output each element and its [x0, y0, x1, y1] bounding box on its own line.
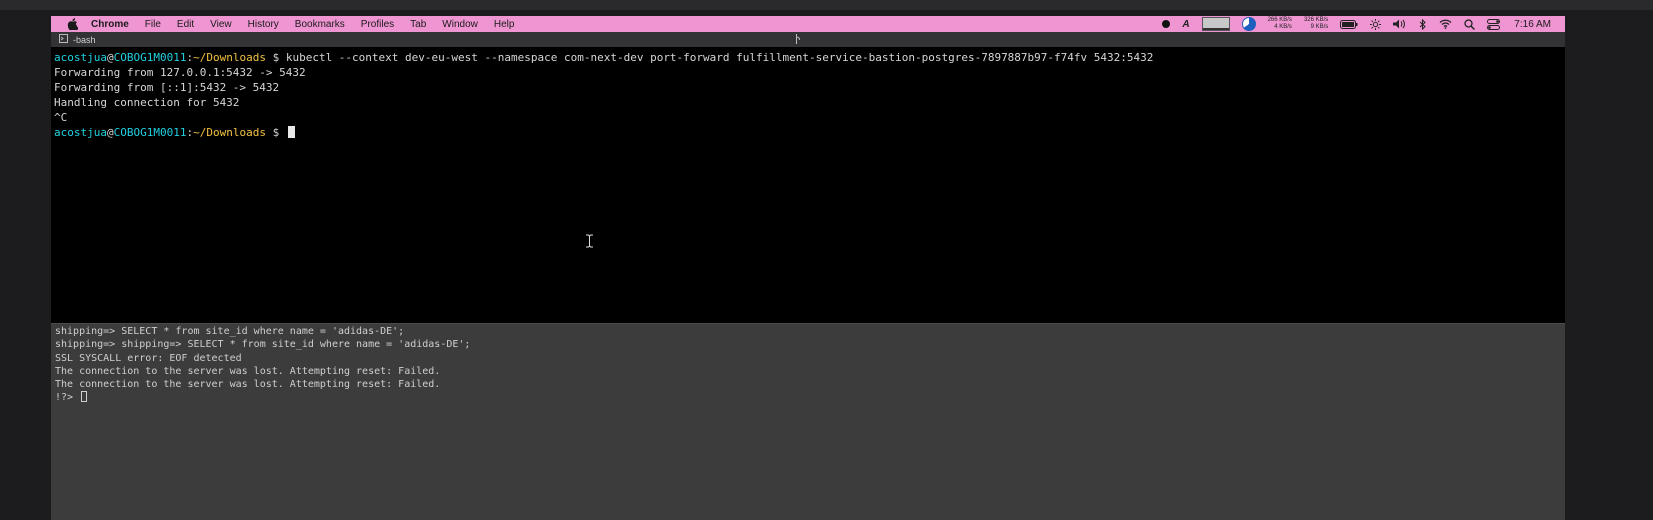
- network-stats-icon[interactable]: 266 KB/s 4 KB/s: [1268, 17, 1292, 31]
- psql-line: SSL SYSCALL error: EOF detected: [55, 352, 242, 364]
- terminal-pane-bottom[interactable]: shipping=> SELECT * from site_id where n…: [51, 324, 1565, 520]
- top-strip: [0, 0, 1653, 10]
- menu-tab[interactable]: Tab: [410, 19, 426, 30]
- output-line: Handling connection for 5432: [54, 96, 240, 109]
- tab-second[interactable]: [779, 33, 805, 46]
- terminal-pane-top[interactable]: acostjua@COBOG1M0011:~/Downloads $ kubec…: [51, 47, 1565, 323]
- prompt-host: COBOG1M0011: [113, 51, 187, 64]
- record-dot-icon[interactable]: [1162, 20, 1171, 28]
- status-area: A 266 KB/s 4 KB/s 326 KB/s 9 KB/s 7:16 A…: [1162, 17, 1565, 31]
- menu-file[interactable]: File: [145, 19, 161, 30]
- menu-help[interactable]: Help: [494, 19, 515, 30]
- branch-icon: [795, 33, 801, 46]
- text-cursor: [287, 126, 295, 138]
- input-source-icon[interactable]: A: [1182, 19, 1189, 30]
- menu-view[interactable]: View: [210, 19, 232, 30]
- brightness-icon[interactable]: [1370, 18, 1382, 30]
- net-down-text: 4 KB/s: [1274, 24, 1292, 30]
- psql-line: shipping=> shipping=> SELECT * from site…: [55, 339, 471, 351]
- tab-icon: [59, 34, 68, 45]
- inactive-cursor: [81, 391, 88, 403]
- command-text: kubectl --context dev-eu-west --namespac…: [285, 51, 1154, 64]
- psql-line: shipping=> SELECT * from site_id where n…: [55, 326, 405, 337]
- output-line: ^C: [54, 111, 68, 124]
- bluetooth-icon[interactable]: [1419, 18, 1427, 30]
- prompt-at: @: [106, 51, 114, 64]
- prompt-symbol: $: [265, 126, 286, 139]
- net-up-text-2: 326 KB/s: [1303, 17, 1329, 23]
- apple-icon[interactable]: [67, 18, 81, 30]
- prompt-user: acostjua: [54, 126, 107, 139]
- psql-line: The connection to the server was lost. A…: [55, 365, 441, 377]
- prompt-path: ~/Downloads: [193, 51, 266, 64]
- screen: Chrome File Edit View History Bookmarks …: [51, 16, 1565, 520]
- battery-icon[interactable]: [1340, 19, 1358, 29]
- psql-line: The connection to the server was lost. A…: [55, 379, 441, 391]
- tab-label: -bash: [73, 34, 96, 45]
- control-center-icon[interactable]: [1487, 18, 1501, 30]
- cpu-graph-icon[interactable]: [1201, 17, 1230, 31]
- menu-bar: Chrome File Edit View History Bookmarks …: [51, 16, 1565, 32]
- menu-window[interactable]: Window: [442, 19, 478, 30]
- net-down-text-2: 9 KB/s: [1310, 24, 1329, 30]
- spotlight-icon[interactable]: [1464, 18, 1476, 30]
- tab-bash[interactable]: -bash: [51, 34, 779, 45]
- disk-pie-icon[interactable]: [1241, 17, 1256, 31]
- prompt-host: COBOG1M0011: [113, 126, 187, 139]
- tab-strip: -bash: [51, 32, 1565, 47]
- prompt-user: acostjua: [54, 51, 107, 64]
- net-up-text: 266 KB/s: [1267, 17, 1292, 23]
- network-stats-2[interactable]: 326 KB/s 9 KB/s: [1304, 17, 1328, 31]
- output-line: Forwarding from 127.0.0.1:5432 -> 5432: [54, 66, 306, 79]
- menu-app-chrome[interactable]: Chrome: [91, 19, 129, 30]
- prompt-at: @: [106, 126, 114, 139]
- volume-icon[interactable]: [1393, 19, 1407, 29]
- menu-profiles[interactable]: Profiles: [361, 19, 394, 30]
- output-line: Forwarding from [::1]:5432 -> 5432: [54, 81, 280, 94]
- prompt-symbol: $: [265, 51, 286, 64]
- menu-edit[interactable]: Edit: [177, 19, 194, 30]
- menu-bookmarks[interactable]: Bookmarks: [295, 19, 345, 30]
- wifi-icon[interactable]: [1439, 19, 1452, 29]
- command-line: acostjua@COBOG1M0011:~/Downloads $ kubec…: [54, 50, 1565, 65]
- current-prompt-line[interactable]: acostjua@COBOG1M0011:~/Downloads $: [54, 125, 1565, 140]
- psql-prompt: !?>: [55, 392, 80, 404]
- menu-clock[interactable]: 7:16 AM: [1514, 19, 1551, 30]
- prompt-path: ~/Downloads: [193, 126, 266, 139]
- psql-prompt-line[interactable]: !?>: [55, 391, 1565, 404]
- ibeam-cursor-icon: [585, 234, 594, 248]
- menu-history[interactable]: History: [248, 19, 279, 30]
